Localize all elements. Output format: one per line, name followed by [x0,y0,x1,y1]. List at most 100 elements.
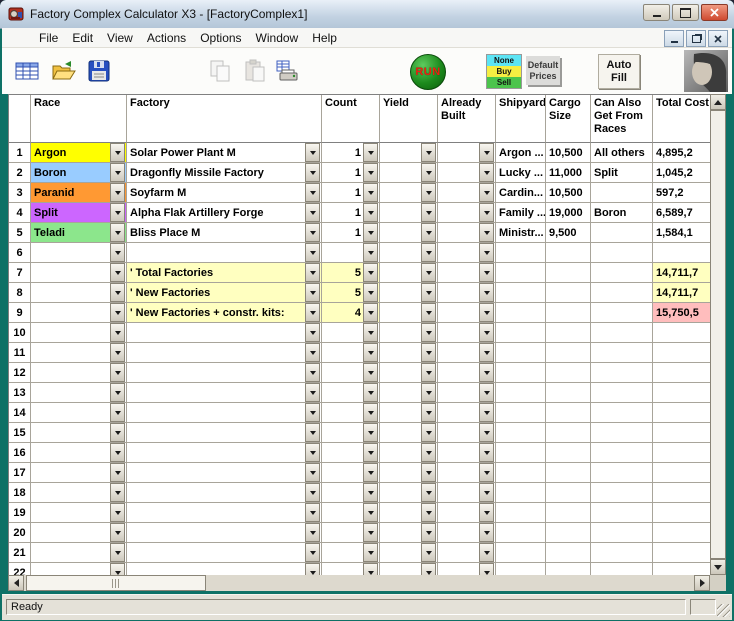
row-header-15[interactable]: 15 [9,423,31,443]
cell-race-row12[interactable] [31,363,127,383]
cell-yield-row13[interactable] [380,383,438,403]
dropdown-button[interactable] [479,503,494,522]
auto-fill-button[interactable]: Auto Fill [598,54,640,89]
menu-view[interactable]: View [100,29,140,47]
cell-count-row5[interactable]: 1 [322,223,380,243]
dropdown-button[interactable] [421,523,436,542]
new-complex-button[interactable] [12,56,42,86]
dropdown-button[interactable] [421,283,436,302]
row-header-16[interactable]: 16 [9,443,31,463]
save-file-button[interactable] [84,56,114,86]
cell-built-row22[interactable] [438,563,496,575]
row-header-4[interactable]: 4 [9,203,31,223]
row-header-21[interactable]: 21 [9,543,31,563]
dropdown-button[interactable] [110,163,125,182]
cell-built-row11[interactable] [438,343,496,363]
cell-built-row8[interactable] [438,283,496,303]
cell-count-row17[interactable] [322,463,380,483]
cell-yield-row10[interactable] [380,323,438,343]
cell-race-row22[interactable] [31,563,127,575]
cell-count-row15[interactable] [322,423,380,443]
cell-yield-row20[interactable] [380,523,438,543]
cell-factory-row2[interactable]: Dragonfly Missile Factory [127,163,322,183]
dropdown-button[interactable] [305,223,320,242]
dropdown-button[interactable] [421,363,436,382]
dropdown-button[interactable] [421,383,436,402]
cell-yield-row8[interactable] [380,283,438,303]
dropdown-button[interactable] [479,383,494,402]
dropdown-button[interactable] [421,423,436,442]
dropdown-button[interactable] [305,563,320,575]
cell-built-row15[interactable] [438,423,496,443]
dropdown-button[interactable] [421,463,436,482]
dropdown-button[interactable] [479,203,494,222]
menu-options[interactable]: Options [193,29,248,47]
cell-yield-row17[interactable] [380,463,438,483]
dropdown-button[interactable] [421,143,436,162]
cell-race-row9[interactable] [31,303,127,323]
cell-race-row2[interactable]: Boron [31,163,127,183]
cell-factory-row20[interactable] [127,523,322,543]
dropdown-button[interactable] [479,443,494,462]
cell-factory-row6[interactable] [127,243,322,263]
dropdown-button[interactable] [110,183,125,202]
cell-race-row8[interactable] [31,283,127,303]
dropdown-button[interactable] [110,443,125,462]
cell-count-row9[interactable]: 4 [322,303,380,323]
cell-factory-row17[interactable] [127,463,322,483]
cell-count-row12[interactable] [322,363,380,383]
dropdown-button[interactable] [363,143,378,162]
dropdown-button[interactable] [110,243,125,262]
dropdown-button[interactable] [305,303,320,322]
cell-built-row9[interactable] [438,303,496,323]
dropdown-button[interactable] [110,523,125,542]
cell-factory-row22[interactable] [127,563,322,575]
menu-help[interactable]: Help [305,29,344,47]
cell-yield-row19[interactable] [380,503,438,523]
dropdown-button[interactable] [110,363,125,382]
dropdown-button[interactable] [305,383,320,402]
dropdown-button[interactable] [110,143,125,162]
cell-factory-row21[interactable] [127,543,322,563]
dropdown-button[interactable] [363,503,378,522]
row-header-18[interactable]: 18 [9,483,31,503]
cell-race-row17[interactable] [31,463,127,483]
row-header-2[interactable]: 2 [9,163,31,183]
cell-count-row11[interactable] [322,343,380,363]
cell-factory-row16[interactable] [127,443,322,463]
dropdown-button[interactable] [363,343,378,362]
menu-file[interactable]: File [32,29,65,47]
dropdown-button[interactable] [305,483,320,502]
dropdown-button[interactable] [479,543,494,562]
cell-count-row13[interactable] [322,383,380,403]
dropdown-button[interactable] [305,263,320,282]
cell-count-row4[interactable]: 1 [322,203,380,223]
cell-factory-row18[interactable] [127,483,322,503]
cell-count-row16[interactable] [322,443,380,463]
dropdown-button[interactable] [110,303,125,322]
dropdown-button[interactable] [363,363,378,382]
dropdown-button[interactable] [363,163,378,182]
dropdown-button[interactable] [421,303,436,322]
cell-factory-row15[interactable] [127,423,322,443]
dropdown-button[interactable] [110,563,125,575]
cell-factory-row9[interactable]: ' New Factories + constr. kits: [127,303,322,323]
cell-race-row7[interactable] [31,263,127,283]
dropdown-button[interactable] [479,223,494,242]
cell-built-row14[interactable] [438,403,496,423]
dropdown-button[interactable] [479,183,494,202]
cell-yield-row22[interactable] [380,563,438,575]
trade-mode-button[interactable]: None Buy Sell [486,54,522,89]
dropdown-button[interactable] [305,443,320,462]
row-header-3[interactable]: 3 [9,183,31,203]
dropdown-button[interactable] [305,203,320,222]
cell-factory-row7[interactable]: ' Total Factories [127,263,322,283]
dropdown-button[interactable] [305,523,320,542]
cell-yield-row12[interactable] [380,363,438,383]
dropdown-button[interactable] [363,283,378,302]
dropdown-button[interactable] [363,323,378,342]
row-header-19[interactable]: 19 [9,503,31,523]
dropdown-button[interactable] [305,423,320,442]
dropdown-button[interactable] [305,283,320,302]
dropdown-button[interactable] [363,263,378,282]
